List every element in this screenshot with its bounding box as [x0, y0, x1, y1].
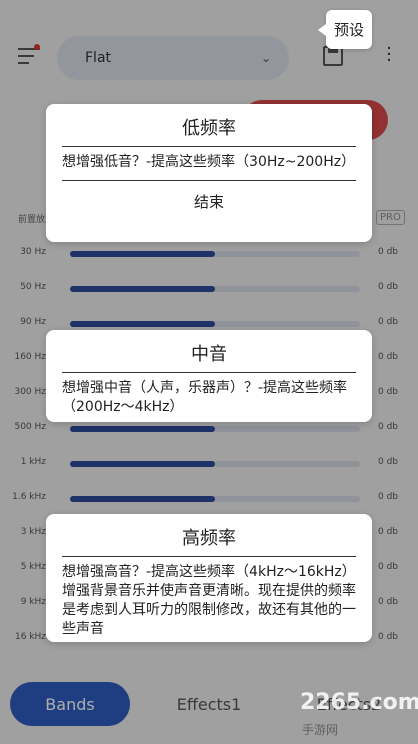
guide-card-low: 低频率 想增强低音？-提高这些频率（30Hz~200Hz） 结束 — [46, 104, 372, 242]
card-body: 想增强低音？-提高这些频率（30Hz~200Hz） — [62, 154, 356, 170]
watermark-sub: 手游网 — [302, 723, 339, 737]
watermark-brand: 2265 — [300, 690, 362, 715]
finish-button[interactable]: 结束 — [62, 181, 356, 212]
card-title: 中音 — [62, 340, 356, 373]
guide-card-mid: 中音 想增强中音（人声，乐器声）？-提高这些频率（200Hz～4kHz） — [46, 330, 372, 422]
watermark-suffix: .com — [361, 690, 418, 715]
watermark-logo: 2265.com 手游网 — [300, 690, 418, 740]
preset-tooltip: 预设 — [317, 10, 373, 49]
guide-card-high: 高频率 想增强高音？-提高这些频率（4kHz～16kHz）增强背景音乐并使声音更… — [46, 514, 372, 642]
card-title: 低频率 — [62, 114, 356, 147]
card-body: 想增强高音？-提高这些频率（4kHz～16kHz）增强背景音乐并使声音更清晰。现… — [62, 564, 356, 637]
card-title: 高频率 — [62, 524, 356, 557]
card-body: 想增强中音（人声，乐器声）？-提高这些频率（200Hz～4kHz） — [62, 380, 348, 415]
